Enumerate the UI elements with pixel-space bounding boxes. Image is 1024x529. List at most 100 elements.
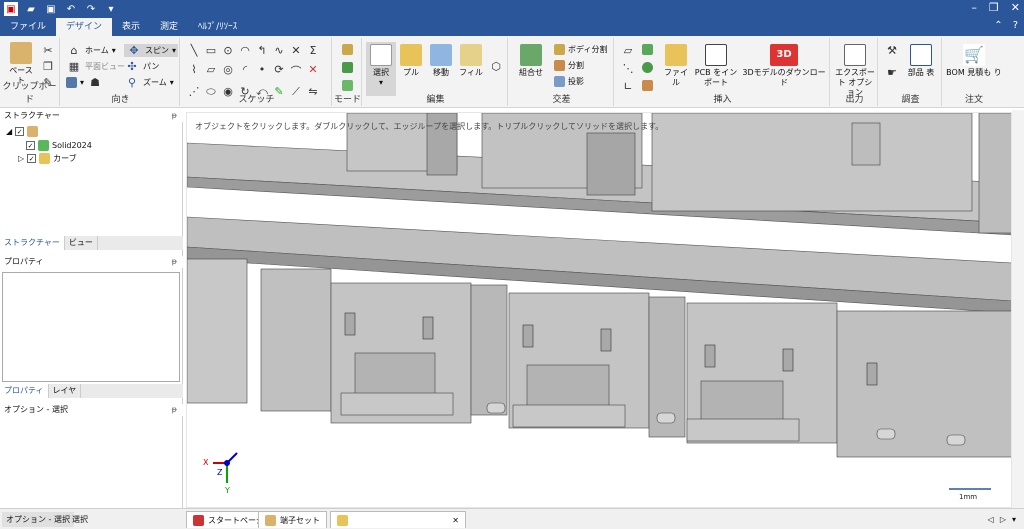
tangent-arc-icon[interactable]: ↰ bbox=[254, 44, 270, 57]
expand-icon[interactable]: ▷ bbox=[18, 154, 24, 163]
polygon-icon[interactable]: ▱ bbox=[203, 63, 219, 79]
move-button[interactable]: 移動 bbox=[428, 44, 454, 78]
tab-properties[interactable]: プロパティ bbox=[0, 384, 49, 398]
group-label: 出力 bbox=[845, 95, 864, 105]
help-icon[interactable]: ? bbox=[1013, 20, 1018, 31]
minimize-button[interactable]: – bbox=[971, 1, 977, 14]
undo-icon[interactable]: ↶ bbox=[64, 2, 78, 16]
group-label: スケッチ bbox=[238, 95, 275, 105]
qat-menu-icon[interactable]: ▾ bbox=[104, 2, 118, 16]
status-tab-options[interactable]: オプション - 選択 bbox=[2, 512, 74, 527]
pcb-import-button[interactable]: PCB をイン ポート bbox=[694, 44, 738, 88]
pin-icon[interactable]: ᵽ bbox=[172, 110, 177, 122]
tree-item-curves[interactable]: ▷ ✓ カーブ bbox=[18, 153, 77, 164]
select-arrow-icon bbox=[370, 44, 392, 66]
model-render[interactable]: X Y Z 1mm bbox=[187, 113, 1012, 508]
status-tab-select[interactable]: 選択 bbox=[68, 512, 92, 527]
trim-icon[interactable]: ✕ bbox=[288, 44, 304, 57]
pin-icon[interactable]: ᵽ bbox=[172, 404, 177, 416]
doc-tab-terminal-set[interactable]: 端子セット bbox=[258, 511, 327, 528]
pan-button[interactable]: ✣ パン bbox=[124, 60, 159, 73]
tab-list-icon[interactable]: ▾ bbox=[1012, 512, 1016, 527]
close-button[interactable]: ✕ bbox=[1011, 1, 1020, 14]
point-icon[interactable]: • bbox=[254, 63, 270, 79]
arc-icon[interactable]: ◠ bbox=[237, 44, 253, 57]
three-point-circle-icon[interactable]: ◎ bbox=[220, 63, 236, 79]
sketch-mode-icon[interactable] bbox=[342, 44, 353, 55]
checkbox[interactable]: ✓ bbox=[26, 141, 35, 150]
tab-structure[interactable]: ストラクチャー bbox=[0, 236, 65, 250]
3d-mode-icon[interactable] bbox=[342, 80, 353, 91]
close-tab-icon[interactable]: ✕ bbox=[452, 516, 459, 525]
line-icon[interactable]: ╲ bbox=[186, 44, 202, 57]
zoom-icon: ⚲ bbox=[127, 76, 137, 89]
tab-file[interactable]: ファイル bbox=[0, 18, 56, 36]
pin-icon[interactable]: ᵽ bbox=[172, 256, 177, 268]
checkbox[interactable]: ✓ bbox=[15, 127, 25, 136]
pan-icon: ✣ bbox=[127, 60, 137, 73]
box-icon[interactable] bbox=[642, 80, 653, 91]
open-icon[interactable]: ▰ bbox=[24, 2, 38, 16]
scroll-right-icon[interactable]: ▷ bbox=[1000, 512, 1006, 527]
pull-button[interactable]: プル bbox=[398, 44, 424, 78]
circle-icon[interactable]: ⊙ bbox=[220, 44, 236, 57]
sphere-icon[interactable] bbox=[642, 62, 653, 73]
doc-tab-current[interactable]: ✕ bbox=[330, 511, 466, 528]
tab-view[interactable]: ビュー bbox=[65, 236, 98, 250]
app-icon[interactable]: ▣ bbox=[4, 2, 18, 16]
split-body-icon bbox=[554, 44, 565, 55]
ribbon-right-controls: ⌃ ? bbox=[994, 20, 1018, 31]
tree-item-solid[interactable]: ✓ Solid2024 bbox=[26, 140, 92, 151]
tree-root[interactable]: ◢ ✓ bbox=[6, 126, 39, 137]
spin-button[interactable]: ✥ スピン ▾ bbox=[124, 44, 179, 57]
blend-icon[interactable]: ⬡ bbox=[488, 60, 504, 73]
sum-icon[interactable]: Σ bbox=[305, 44, 321, 57]
3d-viewport[interactable]: X Y Z 1mm オブジェクトをクリックします。ダブルクリックして、エッジルー… bbox=[186, 112, 1012, 508]
section-mode-icon[interactable] bbox=[342, 62, 353, 73]
project-button[interactable]: 投影 bbox=[554, 76, 584, 87]
copy-icon[interactable]: ❐ bbox=[40, 60, 56, 73]
fill-button[interactable]: フィル bbox=[458, 44, 484, 78]
checkbox[interactable]: ✓ bbox=[27, 154, 37, 163]
ribbon-collapse-icon[interactable]: ⌃ bbox=[994, 20, 1002, 31]
save-icon[interactable]: ▣ bbox=[44, 2, 58, 16]
zoom-button[interactable]: ⚲ ズーム ▾ bbox=[124, 76, 174, 89]
redo-icon[interactable]: ↷ bbox=[84, 2, 98, 16]
combine-button[interactable]: 組合せ bbox=[514, 44, 548, 78]
three-point-arc-icon[interactable]: ◜ bbox=[237, 63, 253, 79]
restore-button[interactable]: ❐ bbox=[989, 1, 999, 14]
polyline-icon[interactable]: ⌇ bbox=[186, 63, 202, 79]
bom-table-button[interactable]: 部品 表 bbox=[904, 44, 938, 78]
insert-file-button[interactable]: ファイル bbox=[662, 44, 690, 88]
tab-layers[interactable]: レイヤ bbox=[49, 384, 82, 398]
cylinder-icon[interactable] bbox=[642, 44, 653, 55]
caliper-icon[interactable]: ⚒ bbox=[884, 44, 900, 57]
axis-triad: X Y Z bbox=[203, 452, 238, 495]
rectangle-icon[interactable]: ▭ bbox=[203, 44, 219, 57]
window-controls: – ❐ ✕ bbox=[971, 1, 1020, 14]
extend-icon[interactable]: ✕ bbox=[305, 63, 321, 79]
status-bar: オプション - 選択 選択 スタートページ 端子セット ✕ ◁ ▷ ▾ bbox=[0, 508, 1024, 529]
fillet-icon[interactable]: ⌒ bbox=[288, 63, 304, 79]
select-button[interactable]: 選択 ▾ bbox=[366, 42, 396, 96]
home-button[interactable]: ⌂ ホーム ▾ bbox=[66, 44, 116, 57]
plane-icon[interactable]: ▱ bbox=[620, 44, 636, 57]
tab-display[interactable]: 表示 bbox=[112, 18, 150, 36]
axis-icon[interactable]: ⋱ bbox=[620, 62, 636, 75]
view-cube-button[interactable]: ▾ ☗ bbox=[66, 76, 103, 89]
tab-design[interactable]: デザイン bbox=[56, 18, 113, 36]
scroll-left-icon[interactable]: ◁ bbox=[988, 512, 994, 527]
download-3d-button[interactable]: 3D 3Dモデルのダウンロード bbox=[742, 44, 826, 88]
export-options-button[interactable]: エクスポート オプション bbox=[834, 44, 876, 98]
bom-quote-button[interactable]: 🛒 BOM 見積も り bbox=[946, 44, 1002, 78]
plane-view-button[interactable]: ▦ 平面ビュー bbox=[66, 60, 125, 73]
split-body-button[interactable]: ボディ分割 bbox=[554, 44, 607, 55]
tab-measure[interactable]: 測定 bbox=[150, 18, 188, 36]
collapse-icon[interactable]: ◢ bbox=[6, 127, 12, 136]
spline-icon[interactable]: ∿ bbox=[271, 44, 287, 57]
tab-help[interactable]: ﾍﾙﾌﾟ/ﾘｿｰｽ bbox=[188, 18, 247, 36]
split-button[interactable]: 分割 bbox=[554, 60, 584, 71]
cut-icon[interactable]: ✂ bbox=[40, 44, 56, 57]
offset-icon[interactable]: ⟳ bbox=[271, 63, 287, 79]
hand-icon[interactable]: ☛ bbox=[884, 66, 900, 79]
